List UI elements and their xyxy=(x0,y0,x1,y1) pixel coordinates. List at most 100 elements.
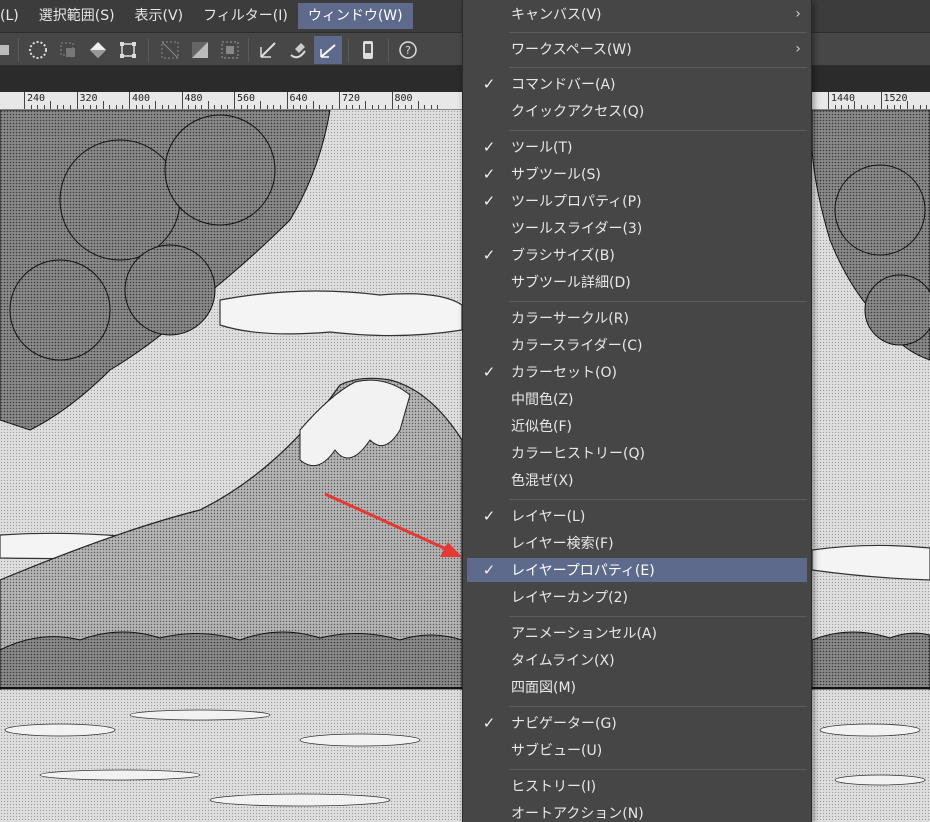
ruler-minor-tick xyxy=(240,105,242,109)
window-menu-item[interactable]: サブビュー(U) xyxy=(467,738,807,762)
transform-icon[interactable] xyxy=(114,36,142,64)
window-menu-item[interactable]: サブツール詳細(D) xyxy=(467,270,807,294)
ruler-minor-tick xyxy=(43,105,45,109)
ruler-minor-tick xyxy=(83,105,85,109)
svg-text:?: ? xyxy=(405,44,411,57)
window-menu-item[interactable]: ✓ サブツール(S) xyxy=(467,162,807,186)
window-menu-item[interactable]: ✓ レイヤー(L) xyxy=(467,504,807,528)
ruler-major-tick xyxy=(181,92,183,109)
checkmark-icon: ✓ xyxy=(482,192,496,210)
window-menu-item[interactable]: カラースライダー(C) xyxy=(467,333,807,357)
ruler-minor-tick xyxy=(161,105,163,109)
window-menu-item[interactable]: ✓ コマンドバー(A) xyxy=(467,72,807,96)
toolbar-separator xyxy=(148,38,149,62)
mask-icon[interactable] xyxy=(186,36,214,64)
checkmark-icon: ✓ xyxy=(482,561,496,579)
window-menu-item[interactable]: キャンバス(V) › xyxy=(467,2,807,26)
ruler-minor-tick xyxy=(279,105,281,109)
toolbar-separator xyxy=(348,38,349,62)
ruler-icon[interactable] xyxy=(254,36,282,64)
menu-item-label: カラーサークル(R) xyxy=(511,311,629,327)
window-menu-item[interactable]: ✓ ブラシサイズ(B) xyxy=(467,243,807,267)
ruler-minor-tick xyxy=(89,105,91,109)
menu-item-label: キャンバス(V) xyxy=(511,7,602,23)
window-menu-item[interactable]: クイックアクセス(Q) xyxy=(467,99,807,123)
ruler-minor-tick xyxy=(319,105,321,109)
ruler-minor-tick xyxy=(325,105,327,109)
ruler-minor-tick xyxy=(312,101,314,109)
window-menu-item[interactable]: ヒストリー(I) xyxy=(467,774,807,798)
menu-item-label: ツールプロパティ(P) xyxy=(511,194,642,210)
ruler-minor-tick xyxy=(834,105,836,109)
reference-layer-icon[interactable] xyxy=(216,36,244,64)
toolbar-separator xyxy=(388,38,389,62)
window-menu-item[interactable]: タイムライン(X) xyxy=(467,648,807,672)
menu-item-label: レイヤー(L) xyxy=(511,509,586,525)
ruler-major-tick xyxy=(828,92,829,109)
window-menu-item[interactable]: 四面図(M) xyxy=(467,675,807,699)
ruler-minor-tick xyxy=(56,105,58,109)
ruler-minor-tick xyxy=(860,105,862,109)
menu-separator xyxy=(509,769,807,770)
horizontal-ruler-right: 1440 1520 xyxy=(812,92,930,110)
ruler-major-tick xyxy=(234,92,235,109)
menu-item-label: カラースライダー(C) xyxy=(511,338,643,354)
checkmark-icon: ✓ xyxy=(482,165,496,183)
menu-view[interactable]: 表示(V) xyxy=(125,3,194,29)
ruler-minor-tick xyxy=(358,105,360,109)
checkmark-icon: ✓ xyxy=(482,138,496,156)
ruler-major-tick xyxy=(286,92,288,109)
ruler-minor-tick xyxy=(122,105,124,109)
checkmark-icon: ✓ xyxy=(482,363,496,381)
menu-item-label: レイヤーカンプ(2) xyxy=(511,590,628,606)
clip-layer-icon[interactable] xyxy=(156,36,184,64)
window-menu-item[interactable]: 近似色(F) xyxy=(467,414,807,438)
window-menu-item[interactable]: ワークスペース(W) › xyxy=(467,37,807,61)
checkmark-icon: ✓ xyxy=(482,507,496,525)
window-menu-item[interactable]: 中間色(Z) xyxy=(467,387,807,411)
ruler-major-tick xyxy=(129,92,130,109)
ruler-minor-tick xyxy=(332,105,334,109)
menu-item-label: ナビゲーター(G) xyxy=(511,716,617,732)
snap-ruler-icon[interactable] xyxy=(314,36,342,64)
menu-item-label: 中間色(Z) xyxy=(511,392,574,408)
ruler-minor-tick xyxy=(417,101,419,109)
ruler-minor-tick xyxy=(384,105,386,109)
help-icon[interactable]: ? xyxy=(394,36,422,64)
window-menu-item[interactable]: カラーヒストリー(Q) xyxy=(467,441,807,465)
fill-bucket-icon[interactable] xyxy=(84,36,112,64)
window-menu-item[interactable]: ✓ カラーセット(O) xyxy=(467,360,807,384)
menu-separator xyxy=(509,301,807,302)
ruler-minor-tick xyxy=(266,105,268,109)
ruler-minor-tick xyxy=(227,105,229,109)
window-menu-dropdown: キャンバス(V) › ワークスペース(W) › ✓ コマンドバー(A) クイックアクセス(Q… xyxy=(462,0,812,822)
edge-tool-icon[interactable] xyxy=(0,36,20,64)
ruler-minor-tick xyxy=(854,101,856,109)
toolbar-separator xyxy=(248,38,249,62)
brush-snap-icon[interactable] xyxy=(284,36,312,64)
window-menu-item[interactable]: レイヤー検索(F) xyxy=(467,531,807,555)
menu-item-label: ヒストリー(I) xyxy=(511,779,597,795)
window-menu-item[interactable]: レイヤーカンプ(2) xyxy=(467,585,807,609)
window-menu-item[interactable]: ✓ ツールプロパティ(P) xyxy=(467,189,807,213)
menu-layer[interactable]: (L) xyxy=(0,3,29,29)
menu-window[interactable]: ウィンドウ(W) xyxy=(297,3,413,29)
window-menu-item[interactable]: カラーサークル(R) xyxy=(467,306,807,330)
ruler-label: 720 xyxy=(342,93,361,104)
window-menu-item[interactable]: ツールスライダー(3) xyxy=(467,216,807,240)
ruler-minor-tick xyxy=(424,105,426,109)
ruler-major-tick xyxy=(391,92,393,109)
horizontal-ruler: 240 320 400 480 560 640 720 800 xyxy=(0,92,462,110)
device-icon[interactable] xyxy=(354,36,382,64)
window-menu-item[interactable]: オートアクション(N) xyxy=(467,801,807,822)
menu-filter[interactable]: フィルター(I) xyxy=(193,3,298,29)
window-menu-item[interactable]: アニメーションセル(A) xyxy=(467,621,807,645)
select-all-icon[interactable] xyxy=(24,36,52,64)
deselect-icon[interactable] xyxy=(54,36,82,64)
menu-selection[interactable]: 選択範囲(S) xyxy=(29,3,125,29)
window-menu-item[interactable]: ✓ レイヤープロパティ(E) xyxy=(467,558,807,582)
window-menu-item[interactable]: ✓ ナビゲーター(G) xyxy=(467,711,807,735)
menu-item-label: ブラシサイズ(B) xyxy=(511,248,615,264)
window-menu-item[interactable]: ✓ ツール(T) xyxy=(467,135,807,159)
window-menu-item[interactable]: 色混ぜ(X) xyxy=(467,468,807,492)
